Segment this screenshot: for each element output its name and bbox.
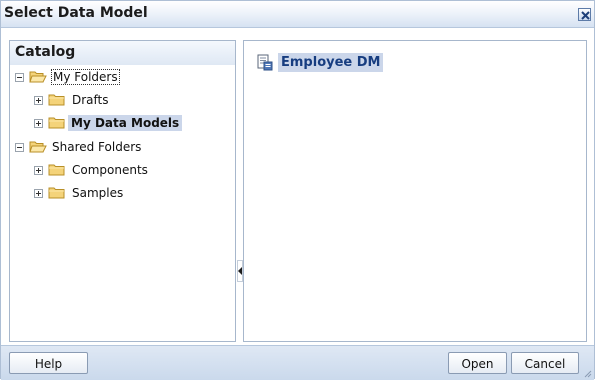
tree-node-drafts[interactable]: Drafts xyxy=(10,91,235,111)
tree-node-my-folders[interactable]: My Folders xyxy=(10,68,235,88)
plus-icon xyxy=(36,168,41,173)
tree-node-label: Samples xyxy=(72,186,124,200)
tree-node-label: Drafts xyxy=(72,93,109,107)
resize-grip-icon[interactable] xyxy=(583,369,592,378)
expand-toggle[interactable] xyxy=(34,96,43,105)
open-button[interactable]: Open xyxy=(448,352,507,374)
tree-node-label: Shared Folders xyxy=(52,140,142,154)
tree-node-label: My Data Models xyxy=(68,115,183,131)
tree-node-components[interactable]: Components xyxy=(10,161,235,181)
select-data-model-dialog: Select Data Model Catalog My Folders Dra… xyxy=(0,0,595,380)
expand-toggle[interactable] xyxy=(34,119,43,128)
collapse-toggle[interactable] xyxy=(15,73,24,82)
folder-open-icon xyxy=(29,141,47,153)
close-button[interactable] xyxy=(578,8,591,21)
content-panel: Employee DM xyxy=(243,40,587,342)
plus-icon xyxy=(36,98,41,103)
tree-node-label: Components xyxy=(72,163,148,177)
catalog-panel: Catalog My Folders Drafts My Data Models… xyxy=(9,40,236,342)
folder-icon xyxy=(48,94,65,106)
tree-node-label: My Folders xyxy=(51,69,120,85)
folder-open-icon xyxy=(29,71,47,83)
catalog-header: Catalog xyxy=(10,41,235,65)
dialog-titlebar[interactable]: Select Data Model xyxy=(1,1,594,28)
help-button[interactable]: Help xyxy=(9,352,88,374)
plus-icon xyxy=(36,121,41,126)
tree-node-samples[interactable]: Samples xyxy=(10,184,235,204)
expand-toggle[interactable] xyxy=(34,189,43,198)
folder-icon xyxy=(48,187,65,199)
tree-node-my-data-models[interactable]: My Data Models xyxy=(10,114,235,134)
minus-icon xyxy=(17,77,22,78)
data-model-label: Employee DM xyxy=(278,53,384,72)
collapse-toggle[interactable] xyxy=(15,143,24,152)
plus-icon xyxy=(36,191,41,196)
dialog-title: Select Data Model xyxy=(4,5,148,21)
folder-icon xyxy=(48,117,65,129)
dialog-footer: Help Open Cancel xyxy=(1,345,594,380)
folder-icon xyxy=(48,164,65,176)
tree-node-shared-folders[interactable]: Shared Folders xyxy=(10,138,235,158)
close-icon xyxy=(581,11,590,20)
cancel-button[interactable]: Cancel xyxy=(511,352,579,374)
catalog-title: Catalog xyxy=(15,44,76,60)
expand-toggle[interactable] xyxy=(34,166,43,175)
data-model-icon xyxy=(257,54,273,71)
minus-icon xyxy=(17,147,22,148)
